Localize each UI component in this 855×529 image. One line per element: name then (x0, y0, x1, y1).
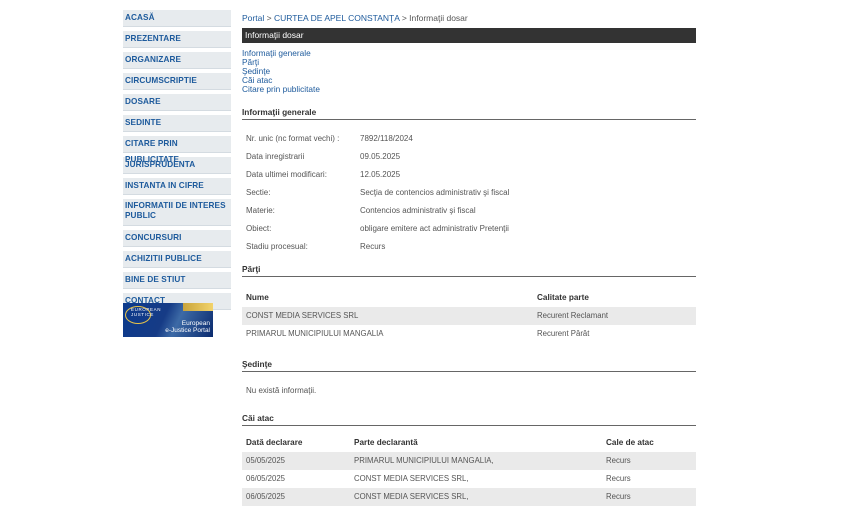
declaring-party: CONST MEDIA SERVICES SRL, (354, 474, 469, 483)
declaration-date: 05/05/2025 (246, 456, 286, 465)
appeal-type: Recurs (606, 474, 631, 483)
declaring-party: CONST MEDIA SERVICES SRL, (354, 492, 469, 501)
cai-atac-section: Căi atac Dată declarare Parte declarantă… (242, 412, 696, 506)
logo-gold-band (183, 303, 213, 311)
table-row: CONST MEDIA SERVICES SRL Recurent Reclam… (242, 307, 696, 325)
cai-atac-heading: Căi atac (242, 412, 696, 426)
page-title: Informaţii dosar (242, 28, 696, 43)
link-sedinte[interactable]: Şedinţe (242, 67, 696, 76)
info-value: obligare emitere act administrativ Prete… (360, 224, 509, 233)
table-row: PRIMARUL MUNICIPIULUI MANGALIA Recurent … (242, 325, 696, 343)
declaring-party: PRIMARUL MUNICIPIULUI MANGALIA, (354, 456, 494, 465)
party-name: PRIMARUL MUNICIPIULUI MANGALIA (246, 329, 384, 338)
parti-table: Nume Calitate parte CONST MEDIA SERVICES… (242, 289, 696, 343)
main-content: Portal > CURTEA DE APEL CONSTANŢA > Info… (242, 10, 696, 506)
info-label: Materie: (246, 206, 275, 215)
column-header-calitate: Calitate parte (537, 293, 589, 302)
logo-caption-line1: European (181, 320, 210, 327)
column-header-data: Dată declarare (246, 438, 303, 447)
sedinte-section: Şedinţe Nu există informaţii. (242, 358, 696, 395)
breadcrumb-separator: > (266, 13, 272, 23)
info-label: Obiect: (246, 224, 272, 233)
info-row: Obiect: obligare emitere act administrat… (242, 224, 696, 242)
logo-text-justice: JUSTICE (131, 312, 154, 317)
declaration-date: 06/05/2025 (246, 474, 286, 483)
table-row: 06/05/2025 CONST MEDIA SERVICES SRL, Rec… (242, 488, 696, 506)
info-label: Stadiu procesual: (246, 242, 308, 251)
sidebar-item-acasa[interactable]: ACASĂ (123, 10, 231, 27)
sidebar-item-instanta-in-cifre[interactable]: INSTANTA IN CIFRE (123, 178, 231, 195)
table-row: 06/05/2025 CONST MEDIA SERVICES SRL, Rec… (242, 470, 696, 488)
column-header-parte: Parte declarantă (354, 438, 418, 447)
info-value: 09.05.2025 (360, 152, 401, 161)
column-header-nume: Nume (246, 293, 269, 302)
link-parti[interactable]: Părţi (242, 58, 696, 67)
info-row: Materie: Contencios administrativ şi fis… (242, 206, 696, 224)
link-citare-publicitate[interactable]: Citare prin publicitate (242, 85, 696, 94)
sidebar-item-concursuri[interactable]: CONCURSURI (123, 230, 231, 247)
ejustice-portal-logo[interactable]: EUROPEAN JUSTICE European e-Justice Port… (123, 303, 213, 337)
sidebar-item-bine-de-stiut[interactable]: BINE DE STIUT (123, 272, 231, 289)
sidebar-item-jurisprudenta[interactable]: JURISPRUDENTA (123, 157, 231, 174)
breadcrumb: Portal > CURTEA DE APEL CONSTANŢA > Info… (242, 10, 696, 26)
info-row: Stadiu procesual: Recurs (242, 242, 696, 260)
logo-caption-line2: e-Justice Portal (165, 327, 210, 334)
appeal-type: Recurs (606, 492, 631, 501)
breadcrumb-court-link[interactable]: CURTEA DE APEL CONSTANŢA (274, 13, 400, 23)
column-header-cale: Cale de atac (606, 438, 654, 447)
general-heading: Informaţii generale (242, 106, 696, 120)
party-name: CONST MEDIA SERVICES SRL (246, 311, 359, 320)
general-section: Informaţii generale Nr. unic (nc format … (242, 106, 696, 260)
info-value: 7892/118/2024 (360, 134, 413, 143)
parti-section: Părţi Nume Calitate parte CONST MEDIA SE… (242, 263, 696, 343)
declaration-date: 06/05/2025 (246, 492, 286, 501)
info-row: Data inregistrarii 09.05.2025 (242, 152, 696, 170)
info-value: Contencios administrativ şi fiscal (360, 206, 476, 215)
link-informatii-generale[interactable]: Informaţii generale (242, 49, 696, 58)
appeal-type: Recurs (606, 456, 631, 465)
sidebar-item-dosare[interactable]: DOSARE (123, 94, 231, 111)
table-row: 05/05/2025 PRIMARUL MUNICIPIULUI MANGALI… (242, 452, 696, 470)
logo-caption: European e-Justice Portal (165, 320, 210, 334)
info-value: 12.05.2025 (360, 170, 401, 179)
sidebar-item-organizare[interactable]: ORGANIZARE (123, 52, 231, 69)
sidebar-item-informatii-public[interactable]: INFORMATII DE INTERES PUBLIC (123, 199, 231, 226)
sedinte-heading: Şedinţe (242, 358, 696, 372)
table-header: Nume Calitate parte (242, 289, 696, 307)
section-links: Informaţii generale Părţi Şedinţe Căi at… (242, 49, 696, 94)
sidebar-item-prezentare[interactable]: PREZENTARE (123, 31, 231, 48)
info-row: Nr. unic (nc format vechi) : 7892/118/20… (242, 134, 696, 152)
info-label: Nr. unic (nc format vechi) : (246, 134, 340, 143)
info-label: Sectie: (246, 188, 271, 197)
cai-atac-table: Dată declarare Parte declarantă Cale de … (242, 434, 696, 506)
info-value: Secţia de contencios administrativ şi fi… (360, 188, 510, 197)
info-label: Data inregistrarii (246, 152, 305, 161)
party-role: Recurent Pârât (537, 329, 590, 338)
party-role: Recurent Reclamant (537, 311, 609, 320)
sidebar-item-sedinte[interactable]: SEDINTE (123, 115, 231, 132)
general-info-table: Nr. unic (nc format vechi) : 7892/118/20… (242, 134, 696, 260)
breadcrumb-separator: > (401, 13, 407, 23)
table-header: Dată declarare Parte declarantă Cale de … (242, 434, 696, 452)
parti-heading: Părţi (242, 263, 696, 277)
info-row: Data ultimei modificari: 12.05.2025 (242, 170, 696, 188)
sidebar-item-circumscriptie[interactable]: CIRCUMSCRIPTIE (123, 73, 231, 90)
info-label: Data ultimei modificari: (246, 170, 327, 179)
sidebar-item-achizitii[interactable]: ACHIZITII PUBLICE (123, 251, 231, 268)
empty-message: Nu există informaţii. (246, 386, 317, 395)
breadcrumb-current: Informaţii dosar (409, 13, 468, 23)
breadcrumb-portal-link[interactable]: Portal (242, 13, 264, 23)
info-row: Sectie: Secţia de contencios administrat… (242, 188, 696, 206)
sidebar-nav: ACASĂ PREZENTARE ORGANIZARE CIRCUMSCRIPT… (123, 10, 231, 314)
sidebar-item-citare[interactable]: CITARE PRIN PUBLICITATE (123, 136, 231, 164)
info-value: Recurs (360, 242, 386, 251)
